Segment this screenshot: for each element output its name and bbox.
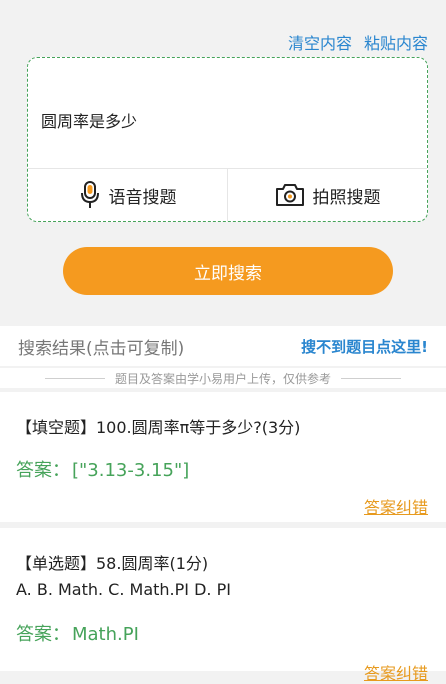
voice-search-button[interactable]: 语音搜题 — [28, 169, 227, 221]
clear-content-button[interactable]: 清空内容 — [288, 30, 352, 54]
question-text: 【填空题】100.圆周率π等于多少?(3分) — [16, 418, 301, 437]
answer-line: 答案： ["3.13-3.15"] — [16, 456, 189, 482]
not-found-link[interactable]: 搜不到题目点这里! — [301, 336, 428, 357]
photo-search-button[interactable]: 拍照搜题 — [227, 169, 427, 221]
question-options: A. B. Math. C. Math.PI D. PI — [16, 580, 231, 599]
result-header: 搜索结果(点击可复制) 搜不到题目点这里! — [0, 326, 446, 366]
report-error-link[interactable]: 答案纠错 — [364, 660, 428, 684]
answer-line: 答案： Math.PI — [16, 620, 139, 646]
result-card[interactable]: 【填空题】100.圆周率π等于多少?(3分) 答案： ["3.13-3.15"] … — [0, 392, 446, 522]
photo-search-label: 拍照搜题 — [312, 187, 381, 208]
answer-value: ["3.13-3.15"] — [72, 460, 190, 481]
answer-label: 答案： — [16, 460, 70, 481]
camera-icon — [275, 183, 305, 207]
top-actions: 清空内容 粘贴内容 — [288, 30, 428, 54]
result-card[interactable]: 【单选题】58.圆周率(1分) A. B. Math. C. Math.PI D… — [0, 528, 446, 683]
query-input-box[interactable]: 圆周率是多少 语音搜题 拍照搜题 — [27, 57, 428, 222]
disclaimer: 题目及答案由学小易用户上传，仅供参考 — [0, 368, 446, 388]
answer-label: 答案： — [16, 624, 70, 645]
report-error-link[interactable]: 答案纠错 — [364, 494, 428, 518]
microphone-icon — [79, 180, 101, 210]
divider — [341, 377, 401, 379]
voice-search-label: 语音搜题 — [108, 187, 177, 208]
input-action-row: 语音搜题 拍照搜题 — [28, 168, 427, 221]
paste-content-button[interactable]: 粘贴内容 — [364, 30, 428, 54]
result-title: 搜索结果(点击可复制) — [18, 339, 185, 359]
query-input[interactable]: 圆周率是多少 — [41, 108, 137, 132]
disclaimer-text: 题目及答案由学小易用户上传，仅供参考 — [114, 371, 331, 386]
divider — [44, 377, 105, 379]
search-now-button[interactable]: 立即搜索 — [63, 247, 393, 295]
answer-value: Math.PI — [72, 624, 139, 645]
question-text: 【单选题】58.圆周率(1分) — [16, 554, 209, 573]
